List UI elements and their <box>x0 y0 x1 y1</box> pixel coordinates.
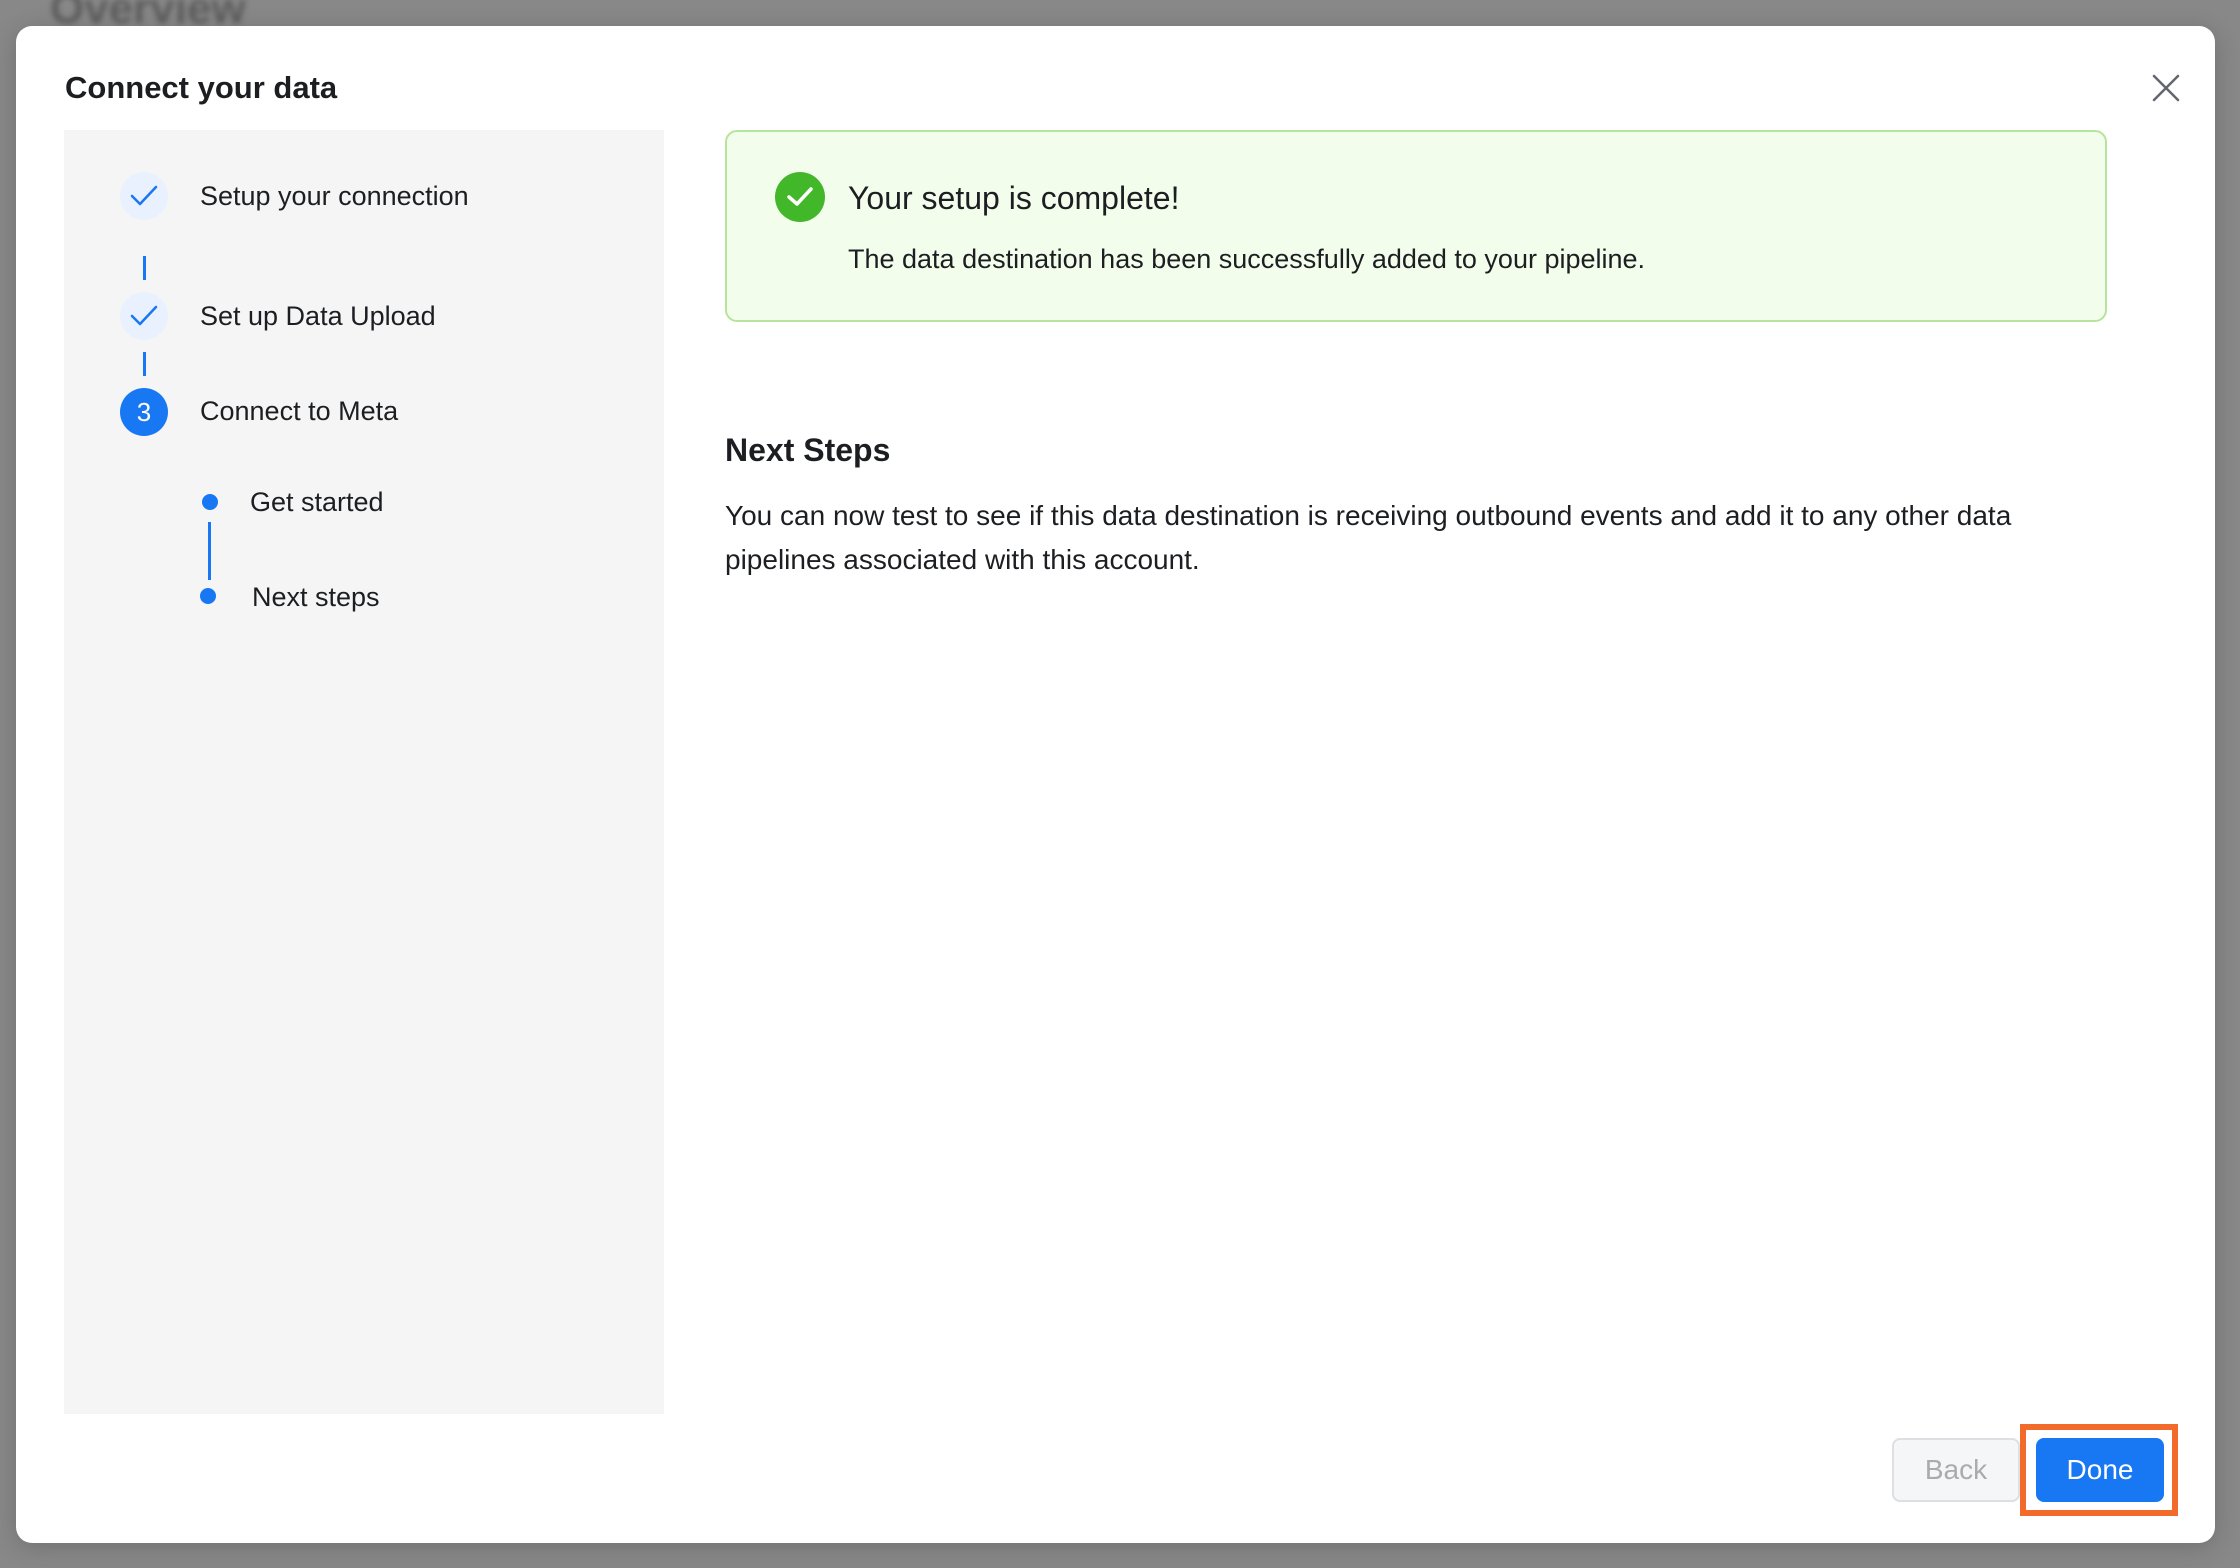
step-label-setup-connection[interactable]: Setup your connection <box>200 183 469 210</box>
substep-dot <box>202 494 218 510</box>
close-icon <box>2152 74 2180 102</box>
substep-dot-current <box>200 588 216 604</box>
step-sidebar: Setup your connection Set up Data Upload… <box>64 130 664 1414</box>
close-button[interactable] <box>2140 62 2192 114</box>
step-complete-indicator <box>120 292 168 340</box>
substep-connector <box>208 522 211 580</box>
check-circle-icon <box>775 172 825 222</box>
step-connector <box>143 256 146 280</box>
done-button[interactable]: Done <box>2036 1438 2164 1502</box>
modal-title: Connect your data <box>65 70 338 105</box>
substep-label-get-started[interactable]: Get started <box>250 489 384 516</box>
step-complete-indicator <box>120 172 168 220</box>
step-connector <box>143 352 146 376</box>
success-title: Your setup is complete! <box>848 180 1180 216</box>
success-banner: Your setup is complete! The data destina… <box>725 130 2107 322</box>
check-icon <box>130 185 158 206</box>
next-steps-body: You can now test to see if this data des… <box>725 500 2012 575</box>
check-icon <box>130 305 158 326</box>
step-number-badge: 3 <box>120 388 168 436</box>
connect-data-modal: Connect your data Setup your connection … <box>16 26 2215 1543</box>
back-button[interactable]: Back <box>1892 1438 2020 1502</box>
success-description: The data destination has been successful… <box>848 244 1646 274</box>
substep-label-next-steps[interactable]: Next steps <box>252 584 380 611</box>
next-steps-heading: Next Steps <box>725 432 891 468</box>
step-label-connect-meta[interactable]: Connect to Meta <box>200 398 398 425</box>
step-label-data-upload[interactable]: Set up Data Upload <box>200 303 436 330</box>
